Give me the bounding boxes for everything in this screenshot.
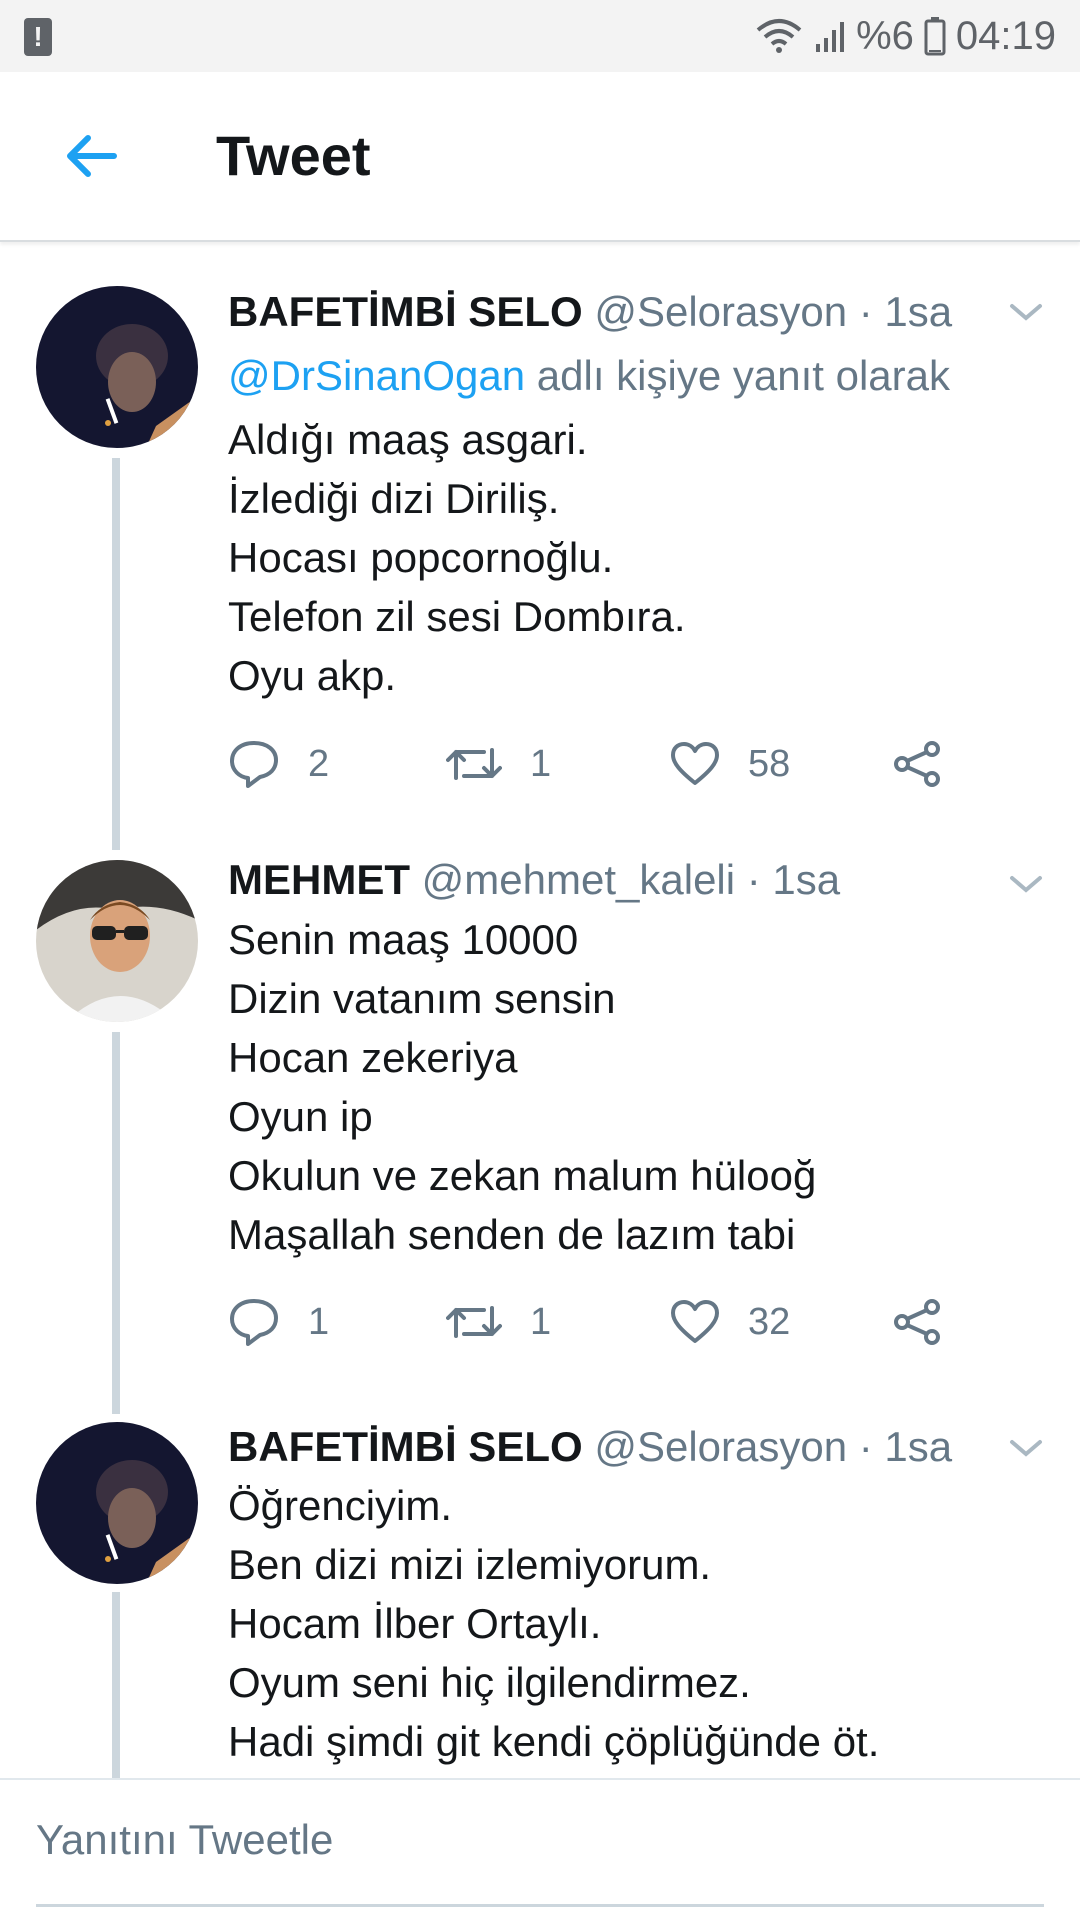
author-handle[interactable]: @Selorasyon [594, 1423, 847, 1470]
tweet-header: BAFETİMBİ SELO @Selorasyon · 1sa [228, 282, 1056, 342]
tweet-line: Oyum seni hiç ilgilendirmez. [228, 1659, 751, 1706]
timestamp: · 1sa [746, 856, 841, 903]
tweet-actions: 1 1 32 [228, 1292, 988, 1352]
tweet-text: Senin maaş 10000 Dizin vatanım sensin Ho… [228, 910, 816, 1264]
tweet-header: MEHMET @mehmet_kaleli · 1sa [228, 850, 1056, 910]
reply-composer: Yanıtını Tweetle [0, 1778, 1080, 1922]
reply-count: 1 [308, 1300, 330, 1343]
avatar[interactable] [36, 860, 198, 1022]
thread-connector [112, 1032, 120, 1414]
signal-icon [816, 22, 845, 52]
like-button[interactable]: 58 [670, 734, 790, 794]
tweet-line: Okulun ve zekan malum hülooğ [228, 1152, 817, 1199]
replying-label: adlı kişiye yanıt olarak [536, 352, 950, 399]
reply-icon [230, 741, 278, 788]
top-app-bar: Tweet [0, 72, 1080, 242]
tweet-line: Hadi şimdi git kendi çöplüğünde öt. [228, 1718, 880, 1765]
timestamp: · 1sa [858, 288, 953, 335]
timestamp: · 1sa [858, 1423, 953, 1470]
status-icons: %6 04:19 [754, 0, 1056, 72]
retweet-button[interactable]: 1 [446, 1292, 551, 1352]
like-button[interactable]: 32 [670, 1292, 790, 1352]
tweet-line: Hocan zekeriya [228, 1034, 518, 1081]
chevron-down-icon[interactable] [1008, 872, 1044, 896]
tweet-line: Oyun ip [228, 1093, 373, 1140]
tweet-header: BAFETİMBİ SELO @Selorasyon · 1sa [228, 1417, 1056, 1477]
clock: 04:19 [955, 13, 1056, 58]
battery-icon [924, 17, 946, 56]
author-name[interactable]: BAFETİMBİ SELO [228, 288, 583, 335]
wifi-icon [756, 19, 802, 53]
reply-icon [230, 1299, 278, 1346]
tweet-line: Telefon zil sesi Dombıra. [228, 593, 686, 640]
retweet-count: 1 [530, 1300, 552, 1343]
replying-to: @DrSinanOgan adlı kişiye yanıt olarak [228, 346, 950, 406]
avatar[interactable] [36, 1422, 198, 1584]
author-name[interactable]: MEHMET [228, 856, 410, 903]
tweet-line: İzlediği dizi Diriliş. [228, 475, 560, 522]
thread-connector [112, 458, 120, 850]
tweet-line: Hocam İlber Ortaylı. [228, 1600, 602, 1647]
retweet-icon [446, 748, 502, 780]
reply-button[interactable]: 1 [228, 1292, 329, 1352]
page-title: Tweet [216, 124, 371, 187]
retweet-button[interactable]: 1 [446, 734, 551, 794]
tweet-line: Senin maaş 10000 [228, 916, 579, 963]
author-handle[interactable]: @mehmet_kaleli [422, 856, 735, 903]
avatar[interactable] [36, 286, 198, 448]
status-bar: ! %6 04:19 [0, 0, 1080, 72]
tweet-line: Maşallah senden de lazım tabi [228, 1211, 796, 1258]
share-button[interactable] [892, 1292, 942, 1352]
reply-button[interactable]: 2 [228, 734, 329, 794]
chevron-down-icon[interactable] [1008, 300, 1044, 324]
tweet-line: Hocası popcornoğlu. [228, 534, 614, 581]
like-count: 58 [748, 742, 791, 785]
input-underline [36, 1904, 1044, 1907]
tweet-text: Öğrenciyim. Ben dizi mizi izlemiyorum. H… [228, 1476, 879, 1771]
reply-count: 2 [308, 742, 330, 785]
tweet-line: Ben dizi mizi izlemiyorum. [228, 1541, 712, 1588]
arrow-left-icon[interactable] [60, 126, 120, 186]
share-icon [894, 1299, 940, 1345]
share-button[interactable] [892, 734, 942, 794]
chevron-down-icon[interactable] [1008, 1436, 1044, 1460]
tweet-line: Öğrenciyim. [228, 1482, 453, 1529]
tweet-line: Aldığı maaş asgari. [228, 416, 588, 463]
heart-icon [671, 1300, 719, 1343]
thread-connector [112, 1592, 120, 1778]
battery-percent: %6 [856, 13, 914, 58]
retweet-icon [446, 1306, 502, 1338]
reply-input[interactable]: Yanıtını Tweetle [36, 1810, 333, 1870]
author-name[interactable]: BAFETİMBİ SELO [228, 1423, 583, 1470]
author-handle[interactable]: @Selorasyon [594, 288, 847, 335]
retweet-count: 1 [530, 742, 552, 785]
tweet-actions: 2 1 58 [228, 734, 988, 794]
tweet-line: Dizin vatanım sensin [228, 975, 616, 1022]
tweet-line: Oyu akp. [228, 652, 397, 699]
share-icon [894, 741, 940, 787]
heart-icon [671, 742, 719, 785]
mention-link[interactable]: @DrSinanOgan [228, 352, 525, 399]
tweet-text: Aldığı maaş asgari. İzlediği dizi Dirili… [228, 410, 686, 705]
like-count: 32 [748, 1300, 791, 1343]
alert-icon: ! [24, 18, 52, 56]
